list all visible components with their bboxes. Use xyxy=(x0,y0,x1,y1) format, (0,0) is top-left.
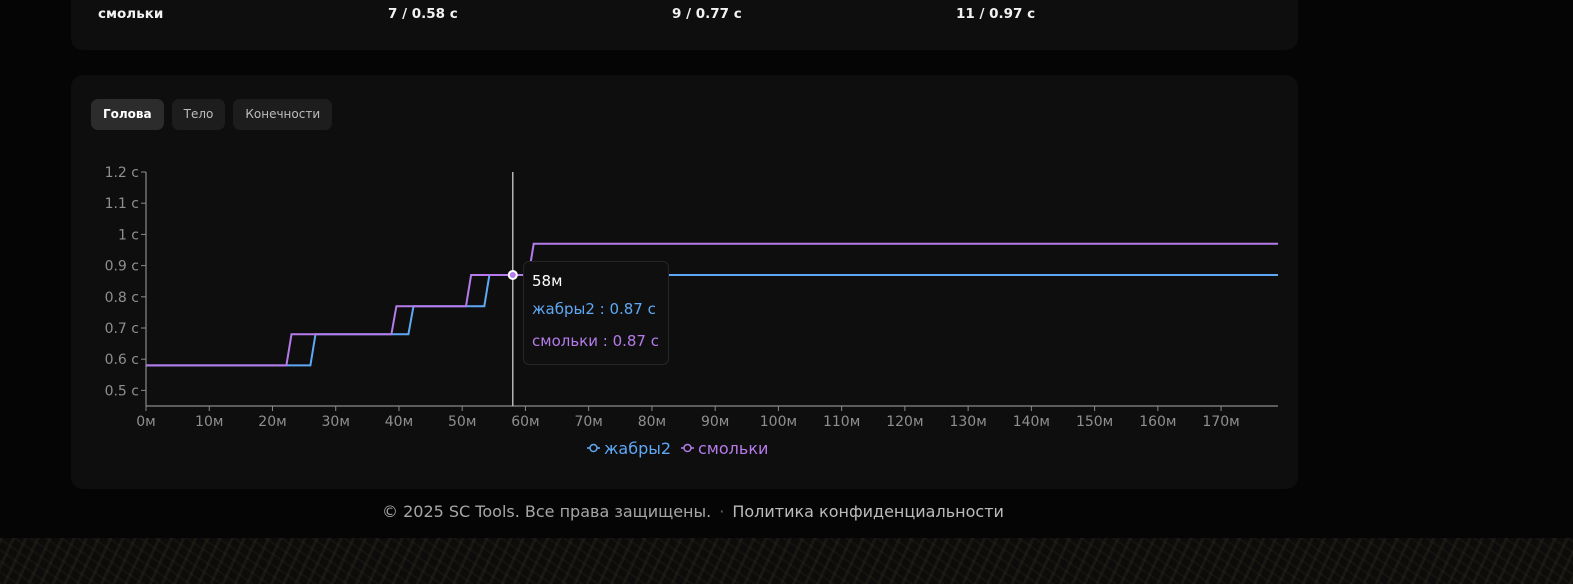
series-line-b xyxy=(146,242,1278,367)
x-tick-label: 50м xyxy=(448,414,476,430)
y-tick-label: 0.9 с xyxy=(105,259,139,275)
x-tick-label: 0м xyxy=(136,414,155,430)
y-tick-label: 1 с xyxy=(118,227,139,243)
tooltip-series-b: смольки : 0.87 с xyxy=(532,332,659,350)
ttk-line-chart[interactable]: 0.5 с 0.6 с 0.7 с 0.8 с 0.9 с 1 с 1.1 с 1.2 с 0м… xyxy=(71,75,1298,489)
tooltip-series-a: жабры2 : 0.87 с xyxy=(532,300,656,318)
chart-crosshair xyxy=(507,172,518,406)
chart-card: Голова Тело Конечности 0.5 с 0.6 с 0.7 с 0.… xyxy=(71,75,1298,489)
x-tick-label: 70м xyxy=(574,414,602,430)
y-tick-label: 1.1 с xyxy=(105,196,139,212)
x-tick-label: 40м xyxy=(385,414,413,430)
y-tick-label: 1.2 с xyxy=(105,165,139,181)
y-tick-label: 0.7 с xyxy=(105,321,139,337)
results-table-card: смольки 7 / 0.58 с 9 / 0.77 с 11 / 0.97 … xyxy=(71,0,1298,50)
y-tick-label: 0.6 с xyxy=(105,352,139,368)
x-tick-label: 60м xyxy=(511,414,539,430)
x-tick-label: 130м xyxy=(949,414,986,430)
tooltip-x-label: 58м xyxy=(532,272,563,290)
legend-swatch-marker xyxy=(683,443,692,453)
series-line-a xyxy=(146,274,1278,367)
privacy-policy-link[interactable]: Политика конфиденциальности xyxy=(732,502,1004,521)
x-tick-label: 20м xyxy=(258,414,286,430)
table-cell-name: смольки xyxy=(98,6,164,22)
x-tick-label: 150м xyxy=(1076,414,1113,430)
footer-copyright: © 2025 SC Tools. Все права защищены. xyxy=(382,502,712,521)
footer-separator: · xyxy=(719,502,725,521)
y-tick-label: 0.8 с xyxy=(105,290,139,306)
x-tick-label: 140м xyxy=(1013,414,1050,430)
legend-swatch-marker xyxy=(589,443,598,453)
x-tick-label: 10м xyxy=(195,414,223,430)
crosshair-point-inner xyxy=(509,271,516,278)
x-tick-label: 160м xyxy=(1139,414,1176,430)
chart-series xyxy=(146,242,1278,367)
x-tick-label: 100м xyxy=(760,414,797,430)
x-tick-label: 170м xyxy=(1202,414,1239,430)
x-tick-label: 110м xyxy=(823,414,860,430)
page-background-texture xyxy=(0,538,1573,584)
x-tick-label: 120м xyxy=(886,414,923,430)
legend-label: смольки xyxy=(698,439,768,458)
page-footer: © 2025 SC Tools. Все права защищены. · Пол… xyxy=(382,502,1004,521)
table-cell: 11 / 0.97 с xyxy=(956,6,1036,22)
legend-label: жабры2 xyxy=(604,439,671,458)
x-tick-label: 30м xyxy=(322,414,350,430)
chart-axes: 0.5 с 0.6 с 0.7 с 0.8 с 0.9 с 1 с 1.1 с 1.2 с 0м… xyxy=(105,165,1278,430)
y-tick-label: 0.5 с xyxy=(105,383,139,399)
table-row: смольки 7 / 0.58 с 9 / 0.77 с 11 / 0.97 … xyxy=(71,6,1298,36)
chart-legend: жабры2 смольки xyxy=(587,439,768,458)
chart-tooltip: 58м жабры2 : 0.87 с смольки : 0.87 с xyxy=(523,261,669,365)
table-cell: 9 / 0.77 с xyxy=(672,6,742,22)
x-tick-label: 80м xyxy=(638,414,666,430)
x-tick-label: 90м xyxy=(701,414,729,430)
table-cell: 7 / 0.58 с xyxy=(388,6,458,22)
